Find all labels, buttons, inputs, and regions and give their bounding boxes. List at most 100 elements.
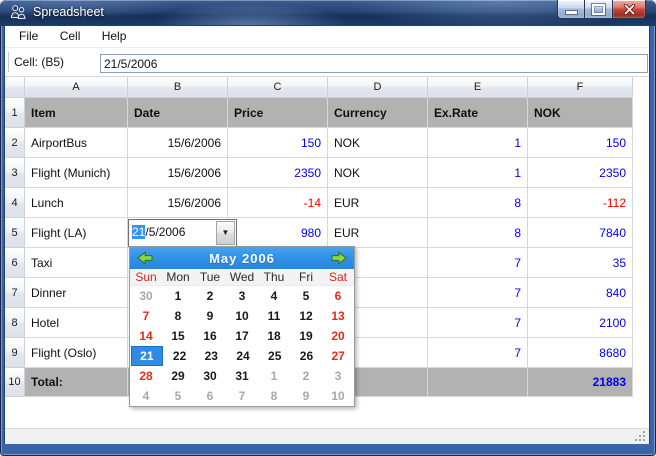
calendar-day-18[interactable]: 18 — [258, 326, 290, 346]
cell-D2[interactable]: NOK — [328, 128, 428, 158]
calendar-day-16[interactable]: 16 — [194, 326, 226, 346]
column-header-C[interactable]: C — [228, 77, 328, 98]
cell-E7[interactable]: 7 — [428, 278, 528, 308]
column-header-B[interactable]: B — [128, 77, 228, 98]
calendar-day-7[interactable]: 7 — [130, 306, 162, 326]
calendar-day-7[interactable]: 7 — [226, 386, 258, 406]
combo-dropdown-button[interactable]: ▼ — [216, 221, 235, 245]
calendar-day-8[interactable]: 8 — [258, 386, 290, 406]
cell-E9[interactable]: 7 — [428, 338, 528, 368]
row-header-9[interactable]: 9 — [5, 338, 25, 368]
cell-A10[interactable]: Total: — [25, 368, 128, 397]
calendar-day-8[interactable]: 8 — [162, 306, 194, 326]
row-header-5[interactable]: 5 — [5, 218, 25, 248]
cell-F5[interactable]: 7840 — [528, 218, 633, 248]
cell-E6[interactable]: 7 — [428, 248, 528, 278]
calendar-day-9[interactable]: 9 — [194, 306, 226, 326]
calendar-day-17[interactable]: 17 — [226, 326, 258, 346]
calendar-day-12[interactable]: 12 — [290, 306, 322, 326]
cell-A3[interactable]: Flight (Munich) — [25, 158, 128, 188]
calendar-day-4[interactable]: 4 — [258, 286, 290, 306]
row-header-7[interactable]: 7 — [5, 278, 25, 308]
column-header-A[interactable]: A — [25, 77, 128, 98]
calendar-day-3[interactable]: 3 — [322, 366, 354, 386]
cell-A9[interactable]: Flight (Oslo) — [25, 338, 128, 368]
close-button[interactable] — [613, 0, 646, 19]
calendar-day-19[interactable]: 19 — [290, 326, 322, 346]
cell-C2[interactable]: 150 — [228, 128, 328, 158]
cell-F1[interactable]: NOK — [528, 98, 633, 128]
row-header-4[interactable]: 4 — [5, 188, 25, 218]
titlebar[interactable]: Spreadsheet — [0, 0, 656, 26]
calendar-day-23[interactable]: 23 — [195, 346, 227, 366]
calendar-day-25[interactable]: 25 — [259, 346, 291, 366]
calendar-day-30[interactable]: 30 — [194, 366, 226, 386]
cell-F6[interactable]: 35 — [528, 248, 633, 278]
calendar-day-10[interactable]: 10 — [322, 386, 354, 406]
cell-A5[interactable]: Flight (LA) — [25, 218, 128, 248]
cell-D1[interactable]: Currency — [328, 98, 428, 128]
calendar-day-6[interactable]: 6 — [322, 286, 354, 306]
cell-C1[interactable]: Price — [228, 98, 328, 128]
calendar-day-5[interactable]: 5 — [290, 286, 322, 306]
calendar-day-26[interactable]: 26 — [291, 346, 323, 366]
cell-A2[interactable]: AirportBus — [25, 128, 128, 158]
calendar-day-13[interactable]: 13 — [322, 306, 354, 326]
maximize-button[interactable] — [585, 0, 613, 19]
cell-A1[interactable]: Item — [25, 98, 128, 128]
calendar-day-24[interactable]: 24 — [227, 346, 259, 366]
cell-F10[interactable]: 21883 — [528, 368, 633, 397]
corner-header-cell[interactable] — [5, 77, 25, 98]
calendar-next-button[interactable] — [329, 250, 349, 266]
calendar-day-5[interactable]: 5 — [162, 386, 194, 406]
calendar-day-29[interactable]: 29 — [162, 366, 194, 386]
cell-B3[interactable]: 15/6/2006 — [128, 158, 228, 188]
cell-B1[interactable]: Date — [128, 98, 228, 128]
calendar-day-2[interactable]: 2 — [194, 286, 226, 306]
calendar-day-9[interactable]: 9 — [290, 386, 322, 406]
calendar-day-31[interactable]: 31 — [226, 366, 258, 386]
calendar-day-22[interactable]: 22 — [164, 346, 196, 366]
calendar-day-27[interactable]: 27 — [322, 346, 354, 366]
cell-A8[interactable]: Hotel — [25, 308, 128, 338]
toolbar-grip[interactable] — [8, 52, 13, 72]
cell-E4[interactable]: 8 — [428, 188, 528, 218]
cell-A7[interactable]: Dinner — [25, 278, 128, 308]
cell-B2[interactable]: 15/6/2006 — [128, 128, 228, 158]
column-header-D[interactable]: D — [328, 77, 428, 98]
column-header-F[interactable]: F — [528, 77, 633, 98]
cell-F4[interactable]: -112 — [528, 188, 633, 218]
calendar-day-1[interactable]: 1 — [258, 366, 290, 386]
column-header-E[interactable]: E — [428, 77, 528, 98]
cell-B4[interactable]: 15/6/2006 — [128, 188, 228, 218]
cell-F9[interactable]: 8680 — [528, 338, 633, 368]
row-header-10[interactable]: 10 — [5, 368, 25, 397]
cell-E3[interactable]: 1 — [428, 158, 528, 188]
calendar-day-10[interactable]: 10 — [226, 306, 258, 326]
calendar-day-2[interactable]: 2 — [290, 366, 322, 386]
cell-C4[interactable]: -14 — [228, 188, 328, 218]
calendar-day-14[interactable]: 14 — [130, 326, 162, 346]
cell-A4[interactable]: Lunch — [25, 188, 128, 218]
cell-E8[interactable]: 7 — [428, 308, 528, 338]
cell-C3[interactable]: 2350 — [228, 158, 328, 188]
cell-F3[interactable]: 2350 — [528, 158, 633, 188]
cell-A6[interactable]: Taxi — [25, 248, 128, 278]
menu-cell[interactable]: Cell — [51, 26, 90, 46]
minimize-button[interactable] — [557, 0, 585, 19]
row-header-8[interactable]: 8 — [5, 308, 25, 338]
cell-F7[interactable]: 840 — [528, 278, 633, 308]
cell-E5[interactable]: 8 — [428, 218, 528, 248]
cell-E2[interactable]: 1 — [428, 128, 528, 158]
row-header-3[interactable]: 3 — [5, 158, 25, 188]
row-header-6[interactable]: 6 — [5, 248, 25, 278]
cell-D4[interactable]: EUR — [328, 188, 428, 218]
calendar-day-20[interactable]: 20 — [322, 326, 354, 346]
resize-grip-icon[interactable] — [634, 431, 646, 442]
calendar-day-30[interactable]: 30 — [130, 286, 162, 306]
row-header-2[interactable]: 2 — [5, 128, 25, 158]
menu-file[interactable]: File — [10, 26, 47, 46]
cell-D3[interactable]: NOK — [328, 158, 428, 188]
calendar-day-1[interactable]: 1 — [162, 286, 194, 306]
date-combo-editor[interactable]: 21/5/2006 ▼ — [128, 219, 237, 247]
